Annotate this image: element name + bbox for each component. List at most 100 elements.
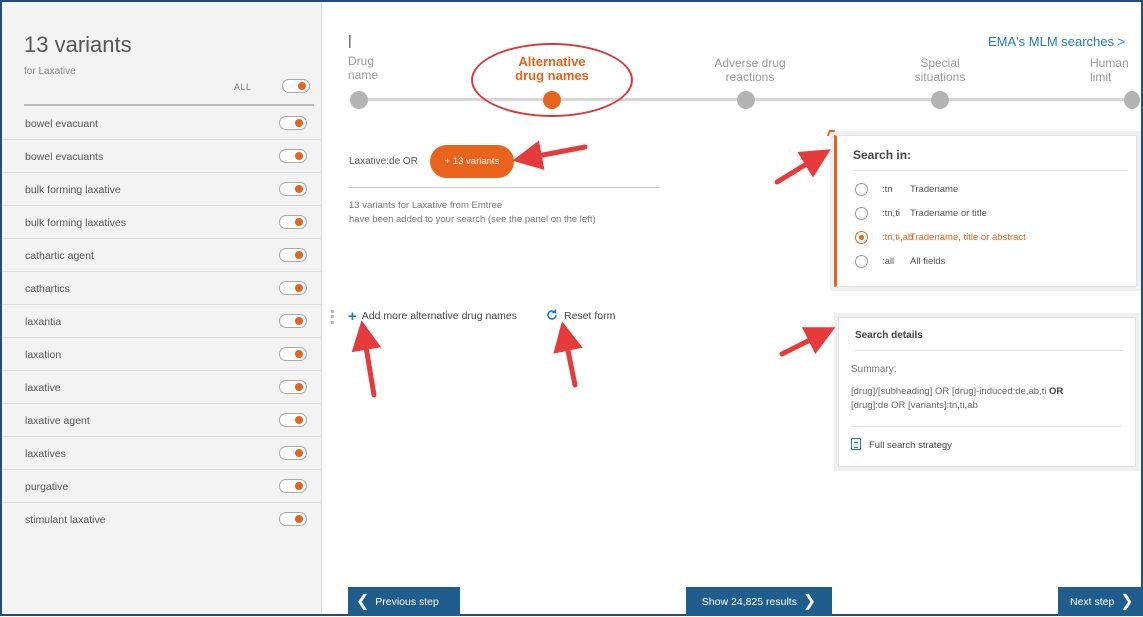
variant-toggle[interactable] [279,116,307,130]
summary-line-2: [drug]:de OR [variants]:tn,ti,ab [851,400,978,411]
variant-toggle[interactable] [279,149,307,163]
toggle-knob [295,119,303,127]
field-code: :tn [882,184,893,195]
variant-label: laxation [25,349,62,361]
variant-toggle[interactable] [279,512,307,526]
step-dot[interactable] [350,91,368,109]
variant-toggle[interactable] [279,248,307,262]
step-label-line2: reactions [725,70,775,84]
variants-list: bowel evacuant bowel evacuants bulk form… [2,107,322,536]
step-special-situations[interactable]: Special situations [870,56,1010,84]
field-code: :tn,ti,ab [882,232,914,243]
reset-icon [547,309,557,320]
list-item: laxatives [2,437,322,470]
all-label: ALL [234,82,252,92]
step-label-line1: Adverse drug [714,56,786,70]
step-human-limit[interactable]: Human limit [1090,56,1143,84]
next-step-label: Next step [1070,596,1115,608]
search-in-title: Search in: [853,148,912,162]
variant-label: laxative [25,382,61,394]
toggle-knob [295,482,303,490]
radio-button-selected[interactable] [855,231,868,244]
radio-button[interactable] [855,207,868,220]
list-item: cathartics [2,272,322,305]
field-code: :tn,ti [882,208,900,219]
toggle-knob [295,449,303,457]
list-item: laxative agent [2,404,322,437]
step-dot[interactable] [931,91,949,109]
radio-button[interactable] [855,255,868,268]
toggle-knob [295,284,303,292]
toggle-knob [295,251,303,259]
variant-toggle[interactable] [279,215,307,229]
search-details-title: Search details [855,330,923,341]
list-item: bowel evacuants [2,140,322,173]
toggle-knob [295,416,303,424]
toggle-knob [295,317,303,325]
full-strategy-label: Full search strategy [869,440,952,451]
variant-toggle[interactable] [279,479,307,493]
full-search-strategy-link[interactable]: Full search strategy [851,438,952,451]
list-item: laxation [2,338,322,371]
variant-toggle[interactable] [279,182,307,196]
variant-label: bulk forming laxatives [25,217,126,229]
all-toggle[interactable] [282,79,310,93]
toggle-knob [295,350,303,358]
list-item: laxantia [2,305,322,338]
step-dot[interactable] [1124,91,1140,109]
ema-mlm-searches-link[interactable]: EMA's MLM searches > [988,34,1125,49]
radio-option-tn-ti[interactable]: :tn,ti Tradename or title [855,207,1135,223]
radio-option-tn-ti-ab[interactable]: :tn,ti,ab Tradename, title or abstract [855,231,1135,247]
toggle-knob [295,383,303,391]
variants-pill-button[interactable]: + 13 variants [430,145,514,178]
list-item: cathartic agent [2,239,322,272]
variant-label: cathartics [25,283,70,295]
variant-label: stimulant laxative [25,514,106,526]
panel-accent-tick [826,130,836,136]
variant-label: laxantia [25,316,62,328]
list-item: purgative [2,470,322,503]
variant-label: cathartic agent [25,250,94,262]
radio-button[interactable] [855,183,868,196]
step-drug-name[interactable]: Drug name [348,54,408,82]
query-text: Laxative:de OR [349,156,418,167]
variants-sidebar: 13 variants for Laxative ALL bowel evacu… [2,2,322,614]
variant-toggle[interactable] [279,380,307,394]
variant-toggle[interactable] [279,347,307,361]
panel-divider [853,170,1128,171]
list-item: stimulant laxative [2,503,322,536]
step-label-line1: Special [920,56,960,70]
panel-splitter-handle[interactable] [331,310,334,324]
plus-icon: + [348,308,357,325]
add-more-alternative-names-button[interactable]: + Add more alternative drug names [348,308,517,325]
step-adverse-drug-reactions[interactable]: Adverse drug reactions [680,56,820,84]
list-item: bowel evacuant [2,107,322,140]
field-label: All fields [910,256,946,267]
summary-label: Summary: [851,364,897,375]
reset-form-label: Reset form [564,310,616,322]
sidebar-divider [24,104,314,106]
chevron-right-icon: ❯ [802,593,817,610]
step-label-line2: situations [914,70,966,84]
field-label: Tradename [910,184,959,195]
reset-form-button[interactable]: Reset form [545,308,615,322]
variant-toggle[interactable] [279,281,307,295]
previous-step-button[interactable]: ❮ Previous step [348,587,460,616]
next-step-button[interactable]: Next step ❯ [1058,587,1143,616]
field-code: :all [882,256,895,267]
variant-toggle[interactable] [279,446,307,460]
variant-toggle[interactable] [279,413,307,427]
radio-option-tn[interactable]: :tn Tradename [855,183,1135,199]
chevron-left-icon: ❮ [356,593,370,610]
toggle-knob [295,185,303,193]
toggle-knob [295,218,303,226]
document-icon [851,438,861,450]
radio-option-all[interactable]: :all All fields [855,255,1135,271]
variant-toggle[interactable] [279,314,307,328]
sidebar-title: 13 variants [24,32,132,57]
show-results-button[interactable]: Show 24,825 results ❯ [686,587,832,616]
variant-label: purgative [25,481,69,493]
annotation-ellipse [471,43,633,117]
step-dot[interactable] [737,91,755,109]
show-results-label: Show 24,825 results [701,596,797,608]
